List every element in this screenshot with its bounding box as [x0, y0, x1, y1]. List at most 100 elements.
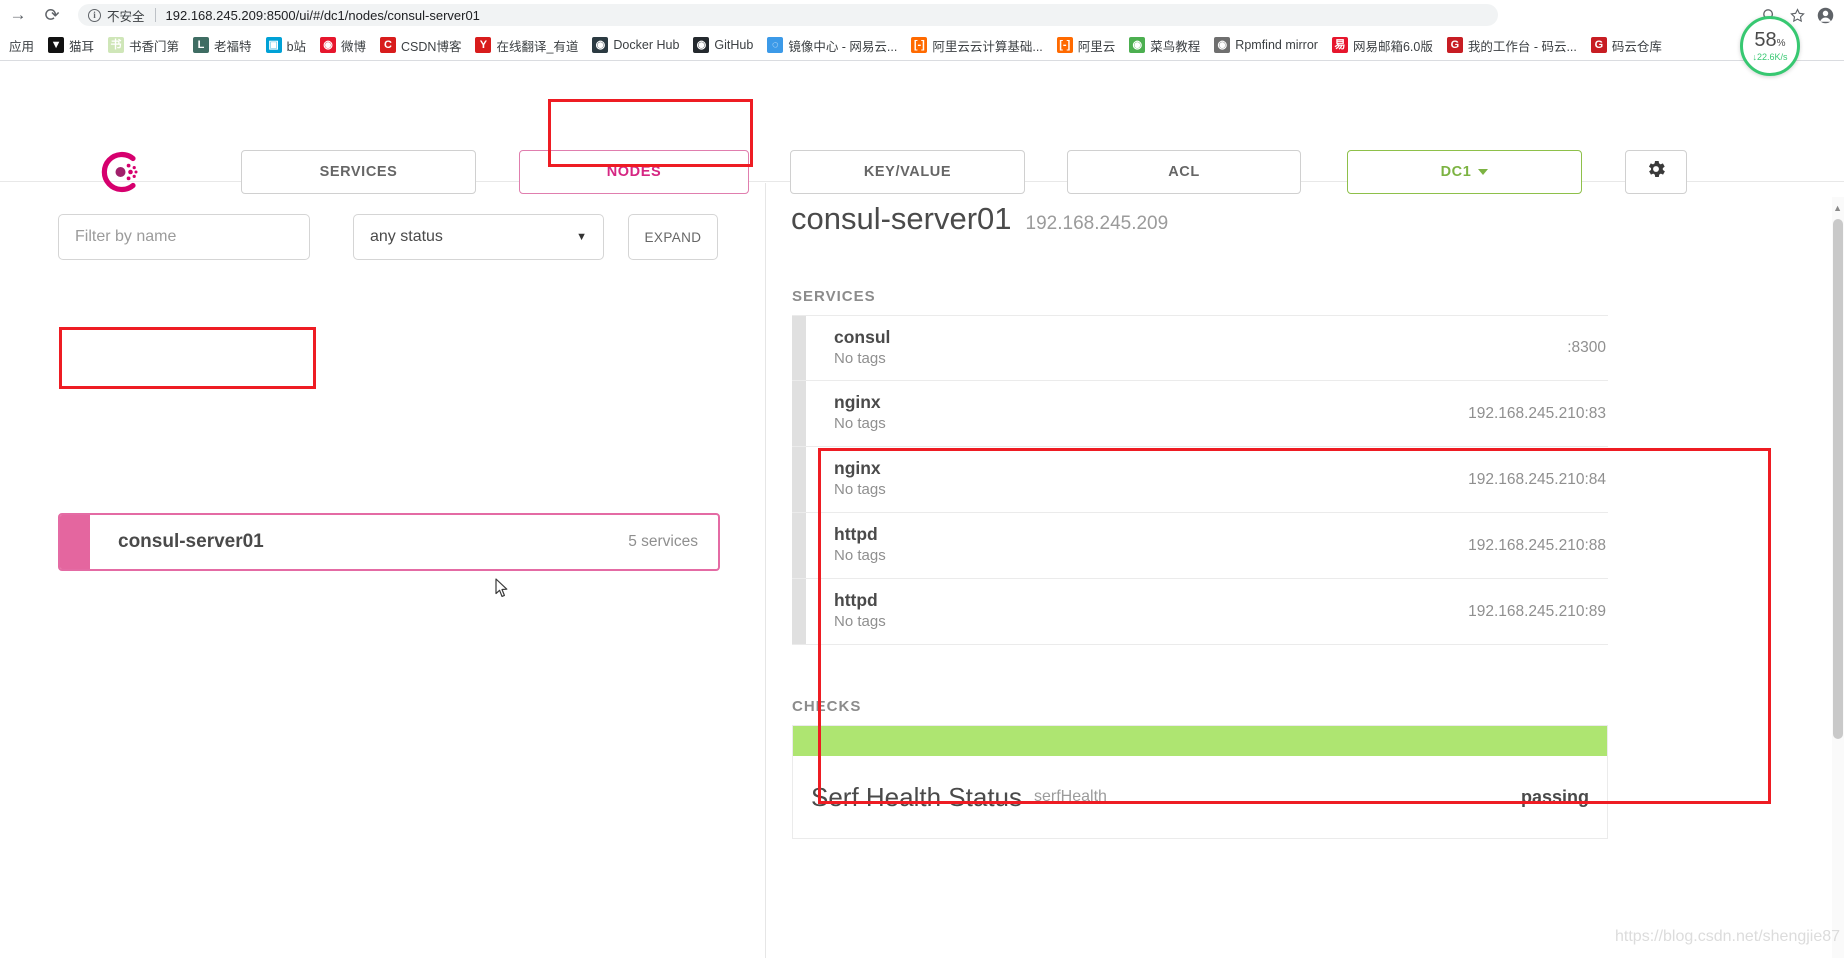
check-card[interactable]: Serf Health Status serfHealth passing: [792, 725, 1608, 839]
service-row[interactable]: httpd No tags 192.168.245.210:88: [792, 513, 1608, 579]
bookmark-item[interactable]: ◉ Docker Hub: [585, 35, 686, 55]
forward-icon[interactable]: →: [4, 1, 32, 29]
bookmark-label: 码云仓库: [1611, 39, 1662, 54]
service-tags: No tags: [834, 481, 886, 499]
address-bar[interactable]: i 不安全 192.168.245.209:8500/ui/#/dc1/node…: [78, 4, 1498, 26]
bookmark-item[interactable]: ◉ GitHub: [686, 35, 760, 55]
bookmark-item[interactable]: ◉ Rpmfind mirror: [1207, 35, 1325, 55]
bookmark-label: CSDN博客: [401, 39, 462, 54]
service-address: 192.168.245.210:84: [1468, 470, 1606, 488]
tab-keyvalue-label: KEY/VALUE: [863, 164, 952, 180]
services-section-heading: SERVICES: [792, 288, 876, 305]
check-name: Serf Health Status: [811, 781, 1022, 812]
expand-button[interactable]: EXPAND: [628, 214, 718, 260]
scroll-up-icon[interactable]: ▲: [1833, 203, 1842, 213]
bookmark-label: 猫耳: [69, 39, 95, 54]
bookmark-item[interactable]: ◉ 菜鸟教程: [1122, 34, 1207, 57]
node-services-count: 5 services: [628, 533, 698, 550]
info-icon[interactable]: i: [88, 8, 101, 22]
speed-percent: 58%: [1754, 30, 1785, 50]
bookmark-item[interactable]: G 我的工作台 - 码云...: [1440, 34, 1584, 57]
bookmark-item[interactable]: L 老福特: [186, 34, 259, 57]
bookmark-item[interactable]: Y 在线翻译_有道: [468, 34, 585, 57]
bookmark-item[interactable]: 应用: [2, 34, 41, 57]
bookmark-item[interactable]: 易网易邮箱6.0版: [1325, 34, 1440, 57]
main-content: Filter by name any status ▼ EXPAND consu…: [0, 183, 1844, 958]
bookmark-label: GitHub: [714, 38, 754, 52]
lofter-icon: L: [193, 37, 210, 53]
service-status-bar: [792, 579, 806, 644]
bookmark-label: 应用: [9, 39, 35, 54]
bookmark-item[interactable]: ▣ b站: [259, 34, 313, 57]
detail-node-name: consul-server01: [791, 201, 1012, 236]
weibo-icon: ◉: [320, 37, 337, 53]
service-name: httpd: [834, 590, 878, 611]
gitee-icon: G: [1590, 37, 1607, 53]
bookmark-label: 菜鸟教程: [1150, 39, 1201, 54]
bookmark-label: 我的工作台 - 码云...: [1467, 39, 1577, 54]
service-address: 192.168.245.210:83: [1468, 404, 1606, 422]
bookmark-item[interactable]: 书书香门第: [101, 34, 186, 57]
csdn-icon: C: [380, 37, 397, 53]
gear-icon: [1645, 158, 1667, 186]
network-speed-badge[interactable]: 58% ↓22.6K/s: [1740, 16, 1800, 76]
url-text: 192.168.245.209:8500/ui/#/dc1/nodes/cons…: [165, 7, 480, 23]
status-select[interactable]: any status ▼: [353, 214, 604, 260]
speed-percent-unit: %: [1776, 38, 1786, 49]
tab-nodes-label: NODES: [606, 164, 662, 180]
services-list: consul No tags:8300 nginx No tags 192.168.24…: [792, 315, 1608, 645]
bookmark-item[interactable]: C CSDN博客: [373, 34, 468, 57]
service-row[interactable]: nginx No tags 192.168.245.210:84: [792, 447, 1608, 513]
service-row[interactable]: httpd No tags 192.168.245.210:89: [792, 579, 1608, 645]
scrollbar-thumb[interactable]: [1833, 219, 1843, 739]
bookmark-item[interactable]: G 码云仓库: [1584, 34, 1669, 57]
expand-button-label: EXPAND: [644, 229, 702, 245]
github-icon: ◉: [693, 37, 710, 53]
service-tags: No tags: [834, 349, 886, 367]
bookmark-item[interactable]: [-] 阿里云: [1050, 34, 1123, 57]
bilibili-icon: ▣: [265, 37, 282, 53]
youdao-icon: Y: [475, 37, 492, 53]
chevron-down-icon: [1478, 169, 1489, 175]
check-id: serfHealth: [1034, 788, 1107, 805]
bookmark-label: 老福特: [214, 39, 252, 54]
aliyun-icon: [-]: [1056, 37, 1073, 53]
tab-services-label: SERVICES: [319, 164, 398, 180]
filter-placeholder: Filter by name: [75, 228, 177, 245]
datacenter-label: DC1: [1440, 164, 1472, 180]
browser-toolbar: → ⟳ i 不安全 192.168.245.209:8500/ui/#/dc1/…: [0, 0, 1844, 30]
service-name: nginx: [834, 458, 881, 479]
service-name: consul: [834, 326, 891, 347]
bookmark-label: 在线翻译_有道: [496, 39, 579, 54]
chrome-divider: [0, 60, 1844, 61]
service-text: consul No tags: [834, 327, 890, 369]
speed-rate: ↓22.6K/s: [1752, 52, 1788, 62]
omnibox-divider: [154, 8, 156, 22]
service-row[interactable]: consul No tags :8300: [792, 315, 1608, 381]
profile-icon[interactable]: [1814, 4, 1836, 26]
service-tags: No tags: [834, 613, 886, 631]
service-row[interactable]: nginx No tags 192.168.245.210:83: [792, 381, 1608, 447]
bookmark-item[interactable]: ◉ 微博: [313, 34, 373, 57]
checks-section-heading: CHECKS: [792, 698, 862, 715]
node-detail-pane: consul-server01 192.168.245.209 SERVICES…: [766, 183, 1844, 958]
aliyun-icon: [-]: [911, 37, 928, 53]
check-status-bar: [793, 726, 1607, 756]
security-label: 不安全: [107, 9, 145, 24]
reload-icon[interactable]: ⟳: [38, 1, 66, 29]
bookmark-item[interactable]: [-] 阿里云云计算基础...: [904, 34, 1049, 57]
node-list-item[interactable]: consul-server01 5 services: [58, 513, 720, 571]
bookmark-item[interactable]: ◌ 镜像中心 - 网易云...: [760, 34, 904, 57]
check-body: Serf Health Status serfHealth passing: [793, 756, 1607, 838]
bookmark-item[interactable]: ▼ 猫耳: [41, 34, 101, 57]
service-status-bar: [792, 381, 806, 446]
status-select-value: any status: [370, 228, 443, 245]
netease-cloud-icon: ◌: [767, 37, 784, 53]
service-status-bar: [792, 316, 806, 380]
gitee-icon: G: [1446, 37, 1463, 53]
node-status-bar: [60, 515, 90, 569]
service-address: :8300: [1567, 339, 1606, 356]
speed-percent-value: 58: [1754, 29, 1777, 51]
filter-by-name-input[interactable]: Filter by name: [58, 214, 310, 260]
scrollbar[interactable]: ▲: [1832, 197, 1844, 958]
